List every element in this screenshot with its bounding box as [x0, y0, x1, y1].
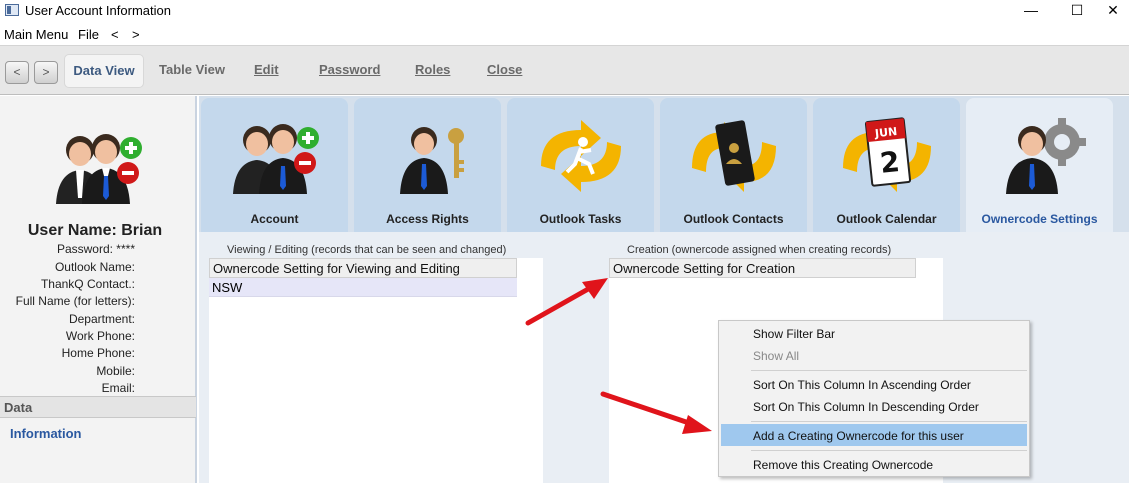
- annotation-arrows: [525, 278, 712, 434]
- arrow-to-add-ownercode-icon: [600, 391, 712, 434]
- arrow-to-creation-header-icon: [525, 278, 608, 326]
